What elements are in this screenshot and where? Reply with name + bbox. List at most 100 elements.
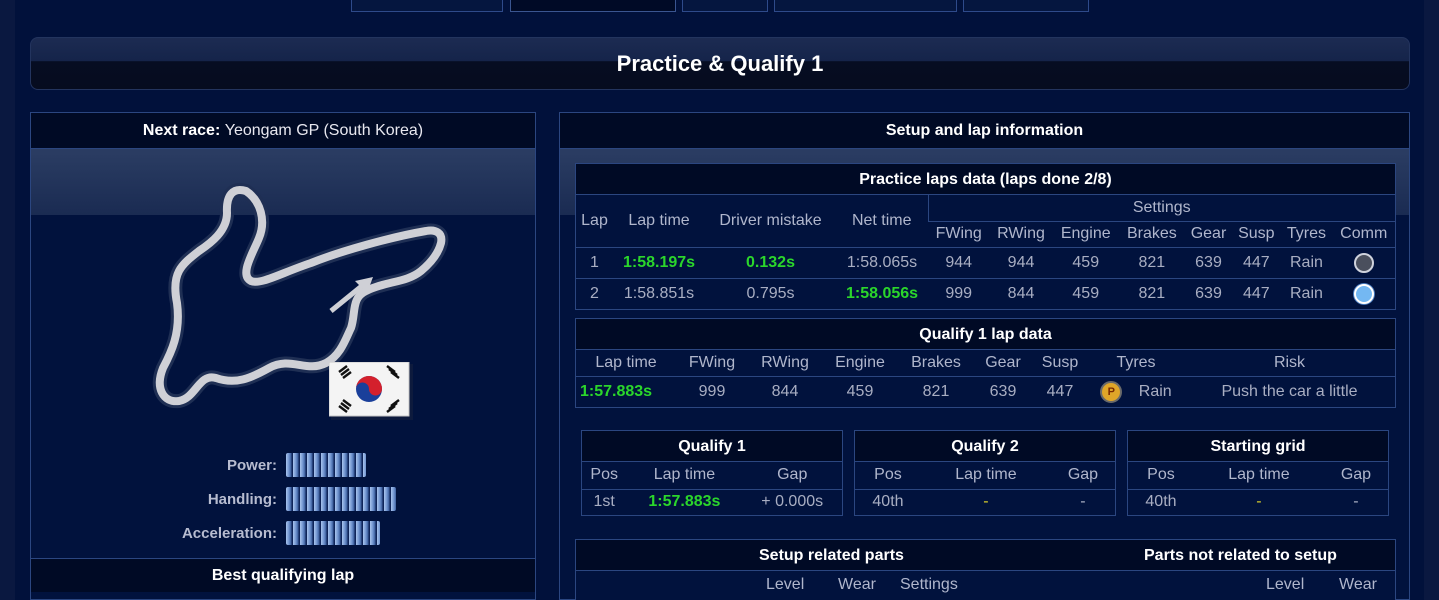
table-row: 1 1:58.197s 0.132s 1:58.065s 944 944 459… <box>576 246 1395 278</box>
col-q-fwing: FWing <box>688 353 736 371</box>
qualify1-lap-title: Qualify 1 lap data <box>576 319 1395 350</box>
col-nonsetup-level: Level <box>1266 576 1305 593</box>
gear-value: 639 <box>1184 246 1233 278</box>
q1-gap: + 0.000s <box>742 488 842 515</box>
col-q-engine: Engine <box>835 353 885 371</box>
brakes-value: 821 <box>1118 277 1185 309</box>
south-korea-flag <box>329 362 413 420</box>
col-q-tyres: Tyres <box>1116 353 1156 371</box>
col-gap: Gap <box>777 466 808 484</box>
starting-grid-box: Starting grid Pos Lap time Gap 40th - - <box>1127 430 1389 516</box>
col-net-time: Net time <box>851 211 912 229</box>
susp-value: 447 <box>1232 277 1281 309</box>
qualify2-result-box: Qualify 2 Pos Lap time Gap 40th - - <box>854 430 1116 516</box>
acceleration-bar <box>286 521 380 545</box>
col-gear: Gear <box>1184 220 1233 247</box>
driver-mistake: 0.132s <box>705 246 836 278</box>
q2-pos: 40th <box>855 488 921 515</box>
col-engine: Engine <box>1052 220 1119 247</box>
col-res-lap-time: Lap time <box>1228 466 1290 484</box>
setup-header: Setup and lap information <box>560 113 1409 149</box>
col-q-risk: Risk <box>1273 353 1306 371</box>
col-lap: Lap <box>581 211 608 229</box>
nav-tab-5[interactable] <box>963 0 1089 12</box>
table-row: 2 1:58.851s 0.795s 1:58.056s 999 844 459… <box>576 277 1395 309</box>
practice-laps-table: Practice laps data (laps done 2/8) Lap L… <box>575 163 1396 310</box>
engine-value: 459 <box>1052 277 1119 309</box>
q2-gap: - <box>1050 488 1115 515</box>
col-part-settings: Settings <box>900 576 958 593</box>
driver-mistake: 0.795s <box>705 277 836 309</box>
q1-pos: 1st <box>582 488 627 515</box>
q-risk: Push the car a little <box>1184 375 1395 407</box>
net-time: 1:58.065s <box>836 246 928 278</box>
col-lap-time: Lap time <box>628 211 690 229</box>
handling-bar <box>286 487 396 511</box>
col-fwing: FWing <box>928 220 990 247</box>
tyres-value: Rain <box>1280 246 1333 278</box>
engine-value: 459 <box>1052 246 1119 278</box>
race-name: Yeongam GP (South Korea) <box>224 122 424 139</box>
q-brakes: 821 <box>898 375 974 407</box>
radio-off-icon[interactable] <box>1353 252 1374 273</box>
col-susp: Susp <box>1232 220 1281 247</box>
fwing-value: 944 <box>928 246 990 278</box>
col-part-level: Level <box>766 576 805 593</box>
practice-laps-title: Practice laps data (laps done 2/8) <box>576 164 1395 195</box>
parts-table: Setup related parts Parts not related to… <box>575 539 1396 600</box>
lap-number: 1 <box>576 246 613 278</box>
grid-pos: 40th <box>1128 488 1194 515</box>
tyre-badge-icon: P <box>1100 380 1123 403</box>
grid-gap: - <box>1323 488 1388 515</box>
radio-on-icon[interactable] <box>1353 283 1374 304</box>
net-time: 1:58.056s <box>836 277 928 309</box>
col-q-susp: Susp <box>1041 353 1079 371</box>
col-pos: Pos <box>1147 466 1175 484</box>
starting-grid-title: Starting grid <box>1128 431 1388 462</box>
col-pos: Pos <box>590 466 618 484</box>
col-q-gear: Gear <box>985 353 1021 371</box>
brakes-value: 821 <box>1118 246 1185 278</box>
rwing-value: 844 <box>989 277 1053 309</box>
table-row: 40th - - <box>855 488 1115 515</box>
comm-cell[interactable] <box>1332 246 1395 278</box>
next-race-header: Next race: Yeongam GP (South Korea) <box>31 113 535 149</box>
next-race-panel: Next race: Yeongam GP (South Korea) Powe… <box>30 112 536 600</box>
q-engine: 459 <box>822 375 898 407</box>
col-gap: Gap <box>1340 466 1372 484</box>
page-title: Practice & Qualify 1 <box>616 51 824 76</box>
lap-time: 1:58.197s <box>613 246 705 278</box>
col-comm: Comm <box>1332 220 1395 247</box>
lap-number: 2 <box>576 277 613 309</box>
q-fwing: 999 <box>676 375 748 407</box>
power-bar <box>286 453 366 477</box>
grid-lap-time: - <box>1193 488 1324 515</box>
setup-parts-title: Setup related parts <box>759 547 904 564</box>
col-driver-mistake: Driver mistake <box>719 211 822 229</box>
tyres-value: Rain <box>1280 277 1333 309</box>
col-q-brakes: Brakes <box>911 353 961 371</box>
q-tyres: Rain <box>1138 382 1172 400</box>
stat-label-acceleration: Acceleration: <box>181 525 277 542</box>
nav-tab-1[interactable] <box>351 0 503 12</box>
col-rwing: RWing <box>989 220 1053 247</box>
col-nonsetup-wear: Wear <box>1339 576 1377 593</box>
q2-lap-time: - <box>920 488 1051 515</box>
fwing-value: 999 <box>928 277 990 309</box>
parts-header: Setup related parts Parts not related to… <box>576 540 1395 571</box>
table-row: 40th - - <box>1128 488 1388 515</box>
nav-tab-2[interactable] <box>510 0 676 12</box>
nav-tab-4[interactable] <box>774 0 957 12</box>
table-row: 1:57.883s 999 844 459 821 639 447 P Rain… <box>576 375 1395 407</box>
stat-label-handling: Handling: <box>207 491 277 508</box>
col-gap: Gap <box>1067 466 1099 484</box>
col-pos: Pos <box>874 466 902 484</box>
qualify1-result-box: Qualify 1 Pos Lap time Gap 1st 1:57.883s +… <box>581 430 843 516</box>
yeongam-circuit-map <box>152 183 449 409</box>
col-part-wear: Wear <box>838 576 876 593</box>
susp-value: 447 <box>1232 246 1281 278</box>
table-row: 1st 1:57.883s + 0.000s <box>582 488 842 515</box>
stat-label-power: Power: <box>226 457 277 474</box>
nav-tab-3[interactable] <box>682 0 768 12</box>
comm-cell[interactable] <box>1332 277 1395 309</box>
